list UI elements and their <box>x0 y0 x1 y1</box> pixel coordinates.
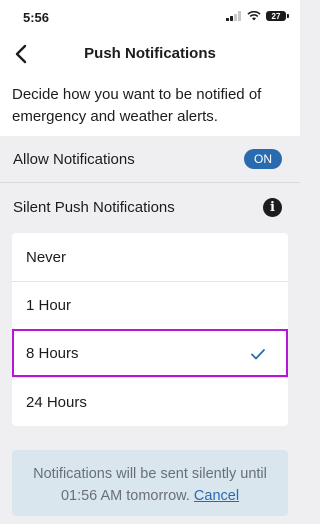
option-label: 1 Hour <box>26 297 72 314</box>
checkmark-icon <box>251 348 265 359</box>
option-label: Never <box>26 248 67 266</box>
allow-notifications-row: Allow Notifications ON <box>0 136 300 183</box>
wifi-icon <box>247 11 261 21</box>
option-8-hours[interactable]: 8 Hours <box>12 329 288 377</box>
status-icons: 27 <box>226 11 289 21</box>
page-title: Push Notifications <box>84 45 216 62</box>
silent-duration-options: Never 1 Hour 8 Hours 24 Hours <box>12 233 288 426</box>
allow-notifications-label: Allow Notifications <box>13 150 135 168</box>
option-1-hour[interactable]: 1 Hour <box>12 281 288 329</box>
silent-notice-banner: Notifications will be sent silently unti… <box>12 450 288 516</box>
allow-notifications-toggle[interactable]: ON <box>244 149 282 169</box>
silent-push-row: Silent Push Notifications i <box>0 184 300 231</box>
nav-bar: Push Notifications <box>0 36 300 72</box>
status-time: 5:56 <box>23 10 50 25</box>
status-bar: 5:56 27 <box>0 0 300 36</box>
option-24-hours[interactable]: 24 Hours <box>12 377 288 426</box>
signal-icon <box>226 11 241 21</box>
page-description: Decide how you want to be notified of em… <box>0 72 300 136</box>
option-label: 24 Hours <box>26 393 87 411</box>
cancel-link[interactable]: Cancel <box>194 488 239 504</box>
option-label: 8 Hours <box>26 345 79 362</box>
silent-push-label: Silent Push Notifications <box>13 199 175 216</box>
option-never[interactable]: Never <box>12 233 288 281</box>
info-icon[interactable]: i <box>263 198 282 217</box>
battery-icon: 27 <box>266 11 289 21</box>
